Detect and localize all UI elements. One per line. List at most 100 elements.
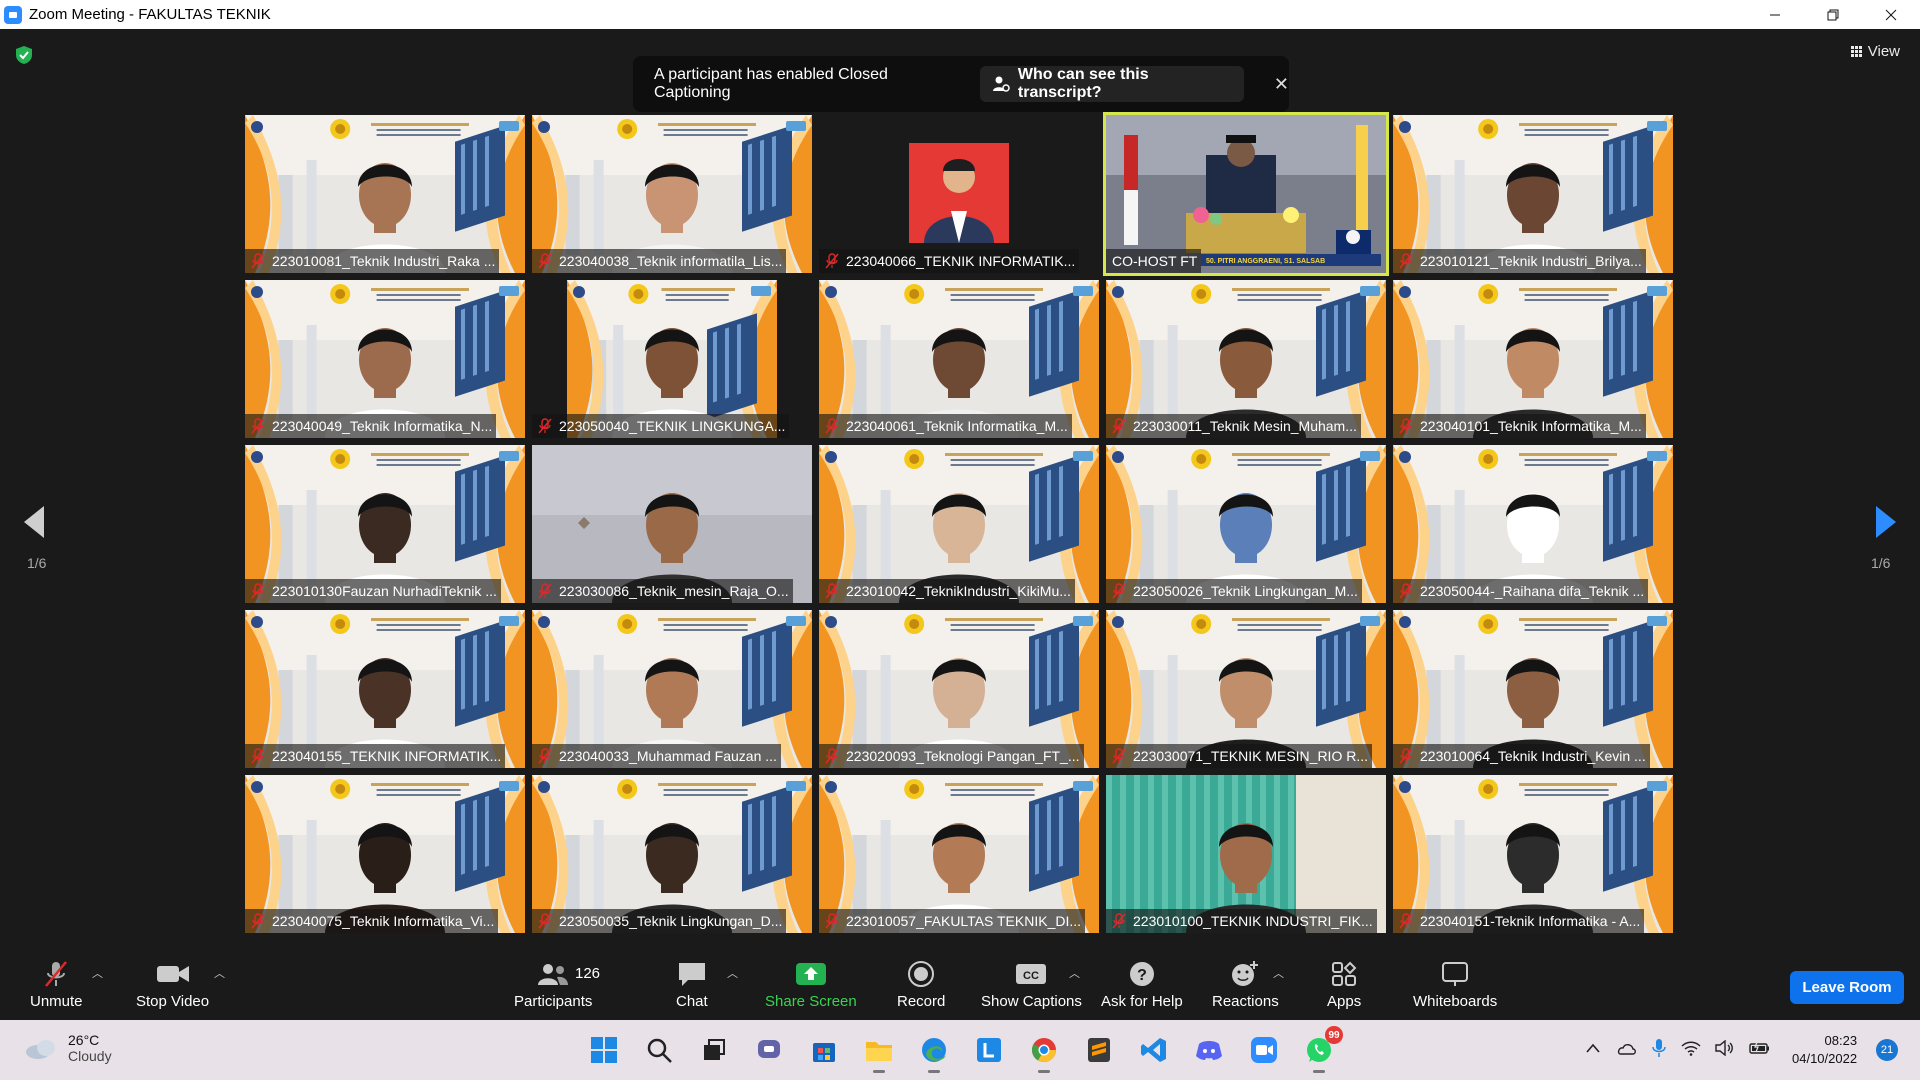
whatsapp-button[interactable]: 99 xyxy=(1301,1026,1343,1073)
participant-video-tile[interactable]: 223010042_TeknikIndustri_KikiMu... xyxy=(819,445,1099,603)
participant-name-bar: 223010121_Teknik Industri_Brilya... xyxy=(1393,249,1646,273)
participant-video-tile[interactable]: 223040038_Teknik informatila_Lis... xyxy=(532,115,812,273)
next-page-arrow-icon[interactable] xyxy=(1874,505,1898,539)
muted-mic-icon xyxy=(538,418,552,434)
zoom-button[interactable] xyxy=(1246,1032,1282,1068)
page-indicator-left: 1/6 xyxy=(27,555,47,571)
muted-mic-icon xyxy=(1112,748,1126,764)
person-eye-icon xyxy=(993,76,1010,92)
muted-mic-icon xyxy=(251,748,265,764)
volume-icon[interactable] xyxy=(1715,1040,1735,1056)
close-window-button[interactable] xyxy=(1862,0,1920,29)
reactions-label: Reactions xyxy=(1212,993,1279,1010)
participant-video-tile[interactable]: 223040155_TEKNIK INFORMATIK... xyxy=(245,610,525,768)
who-can-see-transcript-button[interactable]: Who can see this transcript? xyxy=(980,66,1244,102)
stop-video-button[interactable]: Stop Video xyxy=(136,959,209,1010)
ask-for-help-button[interactable]: ? Ask for Help xyxy=(1101,959,1183,1010)
participant-video-tile[interactable]: 223010121_Teknik Industri_Brilya... xyxy=(1393,115,1673,273)
chat-options-caret-icon[interactable]: ︿ xyxy=(727,965,738,981)
participant-video-tile[interactable]: 223010100_TEKNIK INDUSTRI_FIK... xyxy=(1106,775,1386,933)
clock-date: 04/10/2022 xyxy=(1792,1051,1858,1066)
notification-count-badge[interactable]: 21 xyxy=(1876,1039,1898,1061)
restore-button[interactable] xyxy=(1804,0,1862,29)
show-captions-button[interactable]: CC Show Captions xyxy=(981,959,1082,1010)
participant-video-tile[interactable]: 223010081_Teknik Industri_Raka ... xyxy=(245,115,525,273)
weather-temperature: 26°C xyxy=(68,1032,100,1048)
participant-name-bar: 223040075_Teknik Informatika_Vi... xyxy=(245,909,499,933)
participant-video-tile[interactable]: 223040049_Teknik Informatika_N... xyxy=(245,280,525,438)
chat-label: Chat xyxy=(676,993,708,1010)
reactions-button[interactable]: Reactions xyxy=(1212,959,1279,1010)
captions-options-caret-icon[interactable]: ︿ xyxy=(1069,965,1080,981)
sublime-button[interactable] xyxy=(1081,1032,1117,1068)
cloud-icon xyxy=(26,1040,55,1059)
teams-chat-button[interactable] xyxy=(751,1032,787,1068)
minimize-button[interactable] xyxy=(1746,0,1804,29)
microphone-icon[interactable] xyxy=(1651,1038,1667,1058)
participant-video-tile[interactable]: 223040033_Muhammad Fauzan ... xyxy=(532,610,812,768)
participant-video-tile[interactable]: 223040066_TEKNIK INFORMATIK... xyxy=(819,115,1099,273)
store-button[interactable] xyxy=(806,1032,842,1068)
reactions-options-caret-icon[interactable]: ︿ xyxy=(1273,965,1284,981)
whiteboard-icon xyxy=(1442,962,1469,986)
participant-video-tile[interactable]: 223040101_Teknik Informatika_M... xyxy=(1393,280,1673,438)
unmute-button[interactable]: Unmute xyxy=(30,959,83,1010)
chrome-button[interactable] xyxy=(1026,1032,1062,1073)
muted-mic-icon xyxy=(538,253,552,269)
participant-video-tile[interactable]: 223010064_Teknik Industri_Kevin ... xyxy=(1393,610,1673,768)
svg-text:?: ? xyxy=(1137,967,1147,984)
record-button[interactable]: Record xyxy=(897,959,945,1010)
participant-video-tile[interactable]: 223030071_TEKNIK MESIN_RIO R... xyxy=(1106,610,1386,768)
whiteboards-button[interactable]: Whiteboards xyxy=(1413,959,1497,1010)
participant-name: 223050026_Teknik Lingkungan_M... xyxy=(1133,583,1358,599)
svg-text:50. PITRI ANGGRAENI, S1. SALSA: 50. PITRI ANGGRAENI, S1. SALSAB xyxy=(1206,258,1325,265)
system-clock[interactable]: 08:23 04/10/2022 xyxy=(1792,1032,1857,1068)
lens-app-button[interactable] xyxy=(971,1032,1007,1068)
participant-name: 223010100_TEKNIK INDUSTRI_FIK... xyxy=(1133,913,1373,929)
participant-video-tile[interactable]: 223030086_Teknik_mesin_Raja_O... xyxy=(532,445,812,603)
vscode-button[interactable] xyxy=(1136,1032,1172,1068)
weather-widget[interactable]: 26°C Cloudy xyxy=(24,1032,112,1064)
chevron-up-icon[interactable] xyxy=(1585,1042,1601,1054)
file-explorer-button[interactable] xyxy=(861,1032,897,1073)
participant-video-tile[interactable]: 223010130Fauzan NurhadiTeknik ... xyxy=(245,445,525,603)
participant-name-bar: 223040038_Teknik informatila_Lis... xyxy=(532,249,787,273)
participant-name: 223010064_Teknik Industri_Kevin ... xyxy=(1420,748,1646,764)
edge-button[interactable] xyxy=(916,1032,952,1073)
view-button[interactable]: View xyxy=(1850,43,1900,60)
muted-mic-icon xyxy=(825,748,839,764)
participant-name: 223050040_TEKNIK LINGKUNGA... xyxy=(559,418,786,434)
leave-room-button[interactable]: Leave Room xyxy=(1790,971,1904,1004)
audio-options-caret-icon[interactable]: ︿ xyxy=(92,965,103,981)
task-view-button[interactable] xyxy=(696,1032,732,1068)
participant-video-tile[interactable]: 223050026_Teknik Lingkungan_M... xyxy=(1106,445,1386,603)
encryption-shield-icon[interactable] xyxy=(15,45,33,65)
video-options-caret-icon[interactable]: ︿ xyxy=(214,965,225,981)
discord-button[interactable] xyxy=(1191,1032,1227,1068)
participant-name-bar: 223010057_FAKULTAS TEKNIK_DI... xyxy=(819,909,1086,933)
start-button[interactable] xyxy=(586,1032,622,1068)
battery-charging-icon[interactable] xyxy=(1749,1040,1771,1056)
letter-l-app-icon xyxy=(977,1038,1001,1062)
participant-video-tile[interactable]: 223040061_Teknik Informatika_M... xyxy=(819,280,1099,438)
previous-page-arrow-icon[interactable] xyxy=(22,505,46,539)
participant-video-tile[interactable]: 223050035_Teknik Lingkungan_D... xyxy=(532,775,812,933)
participant-video-tile[interactable]: 223050040_TEKNIK LINGKUNGA... xyxy=(532,280,812,438)
participant-video-tile[interactable]: 223050044-_Raihana difa_Teknik ... xyxy=(1393,445,1673,603)
participant-video-tile[interactable]: 223010057_FAKULTAS TEKNIK_DI... xyxy=(819,775,1099,933)
wifi-icon[interactable] xyxy=(1681,1040,1701,1056)
participant-video-tile[interactable]: 223040075_Teknik Informatika_Vi... xyxy=(245,775,525,933)
participant-video-tile[interactable]: 223020093_Teknologi Pangan_FT_... xyxy=(819,610,1099,768)
zoom-icon xyxy=(1251,1037,1277,1063)
apps-button[interactable]: Apps xyxy=(1327,959,1361,1010)
chat-button[interactable]: Chat xyxy=(676,959,708,1010)
onedrive-cloud-icon[interactable] xyxy=(1615,1040,1637,1056)
taskbar-search-button[interactable] xyxy=(641,1032,677,1068)
meeting-area: View A participant has enabled Closed Ca… xyxy=(0,29,1920,947)
active-speaker-tile[interactable]: 50. PITRI ANGGRAENI, S1. SALSAB CO-HOST F… xyxy=(1103,112,1389,276)
share-screen-button[interactable]: Share Screen xyxy=(765,959,857,1010)
participant-video-tile[interactable]: 223030011_Teknik Mesin_Muham... xyxy=(1106,280,1386,438)
close-banner-button[interactable]: ✕ xyxy=(1274,74,1289,95)
participant-video-tile[interactable]: 223040151-Teknik Informatika - A... xyxy=(1393,775,1673,933)
title-bar: Zoom Meeting - FAKULTAS TEKNIK xyxy=(0,0,1920,29)
